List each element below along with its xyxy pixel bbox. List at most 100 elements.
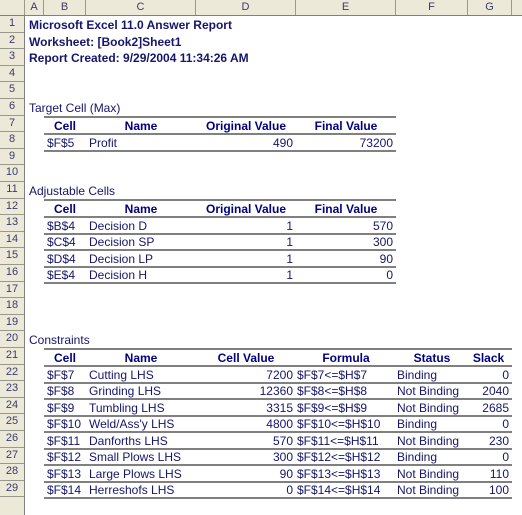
constraints-row-slack: 0	[502, 450, 509, 464]
report-title: Microsoft Excel 11.0 Answer Report	[29, 18, 232, 32]
constraints-row-formula: $F$8<=$H$8	[297, 384, 368, 398]
target-row-name: Profit	[89, 136, 118, 150]
constraints-row-formula: $F$10<=$H$10	[297, 417, 381, 431]
row-header-21[interactable]: 21	[0, 348, 24, 365]
adjustable-row-original: 1	[286, 251, 293, 266]
row-header-23[interactable]: 23	[0, 381, 24, 398]
row-header-20[interactable]: 20	[0, 331, 24, 348]
adjustable-row-original: 1	[286, 235, 293, 249]
constraints-row-status: Not Binding	[397, 384, 460, 398]
column-header-d[interactable]: D	[196, 0, 296, 15]
row-header-11[interactable]: 11	[0, 182, 24, 199]
constraints-row-cellvalue: 7200	[266, 367, 293, 382]
constraints-row-cellvalue: 570	[272, 433, 293, 448]
row-header-14[interactable]: 14	[0, 231, 24, 249]
constraints-row-cell: $F$14	[47, 483, 82, 497]
constraints-row-cell: $F$10	[47, 417, 82, 431]
adjustable-row-cell: $D$4	[47, 251, 76, 266]
target-col-final: Final Value	[314, 119, 378, 133]
target-row-final: 73200	[359, 136, 393, 150]
row-header-10[interactable]: 10	[0, 165, 24, 182]
adjustable-row-final: 570	[372, 218, 393, 233]
row-header-27[interactable]: 27	[0, 447, 24, 465]
constraints-row-slack: 110	[489, 466, 509, 481]
constraints-row-formula: $F$9<=$H$9	[297, 400, 368, 415]
adjustable-col-name: Name	[124, 201, 158, 216]
adjustable-row-cell: $C$4	[47, 235, 76, 249]
report-worksheet: Worksheet: [Book2]Sheet1	[29, 34, 182, 49]
column-header-b[interactable]: B	[44, 0, 86, 15]
row-header-19[interactable]: 19	[0, 314, 24, 332]
row-header-5[interactable]: 5	[0, 82, 24, 99]
target-cell-section-title: Target Cell (Max)	[29, 101, 121, 115]
column-header-e[interactable]: E	[296, 0, 396, 15]
constraints-row-status: Binding	[397, 367, 438, 382]
constraints-row-formula: $F$11<=$H$11	[297, 433, 379, 448]
row-header-18[interactable]: 18	[0, 298, 24, 315]
constraints-row-name: Weld/Ass'y LHS	[89, 417, 175, 431]
row-header-28[interactable]: 28	[0, 464, 24, 481]
adjustable-row-name: Decision LP	[89, 251, 154, 266]
column-header-g[interactable]: G	[468, 0, 512, 15]
row-header-13[interactable]: 13	[0, 215, 24, 232]
constraints-row-cell: $F$8	[47, 384, 75, 398]
row-header-29[interactable]: 29	[0, 480, 24, 498]
row-header-2[interactable]: 2	[0, 32, 24, 50]
constraints-col-formula: Formula	[322, 350, 370, 365]
target-row-cell: $F$5	[47, 136, 75, 150]
row-header-7[interactable]: 7	[0, 115, 24, 133]
constraints-row-cellvalue: 3315	[266, 400, 293, 415]
constraints-col-cellvalue: Cell Value	[217, 350, 275, 365]
row-header-16[interactable]: 16	[0, 265, 24, 282]
constraints-row-cellvalue: 300	[272, 450, 293, 464]
row-header-3[interactable]: 3	[0, 49, 24, 66]
constraints-row-status: Not Binding	[397, 400, 460, 415]
constraints-row-name: Large Plows LHS	[89, 466, 182, 481]
constraints-row-cell: $F$13	[47, 466, 82, 481]
column-header-partial[interactable]	[512, 0, 522, 15]
constraints-row-slack: 0	[502, 417, 509, 431]
constraints-row-cell: $F$12	[47, 450, 82, 464]
row-header-17[interactable]: 17	[0, 281, 24, 299]
constraints-row-status: Not Binding	[397, 483, 460, 497]
adjustable-row-name: Decision SP	[89, 235, 155, 249]
constraints-col-name: Name	[124, 350, 158, 365]
row-header-6[interactable]: 6	[0, 99, 24, 116]
adjustable-col-final: Final Value	[314, 201, 378, 216]
adjustable-col-original: Original Value	[205, 201, 287, 216]
select-all-corner[interactable]	[0, 0, 25, 15]
row-header-24[interactable]: 24	[0, 397, 24, 415]
target-row-original: 490	[272, 136, 293, 150]
report-created: Report Created: 9/29/2004 11:34:26 AM	[29, 51, 249, 66]
constraints-row-status: Binding	[397, 417, 438, 431]
row-header-4[interactable]: 4	[0, 65, 24, 83]
row-header-1[interactable]: 1	[0, 16, 24, 33]
adjustable-row-cell: $E$4	[47, 268, 76, 282]
column-header-strip: A B C D E F G	[0, 0, 522, 16]
target-col-cell: Cell	[53, 119, 76, 133]
row-header-8[interactable]: 8	[0, 132, 24, 149]
row-header-strip: 1 2 3 4 5 6 7 8 9 10 11 12 13 14 15 16 17 18 19 20 21 22 23 24 2…	[0, 16, 25, 515]
constraints-row-formula: $F$7<=$H$7	[297, 367, 368, 382]
target-table-bottom-rule	[44, 150, 396, 152]
adjustable-row-original: 1	[286, 218, 293, 233]
column-header-c[interactable]: C	[86, 0, 196, 15]
row-header-25[interactable]: 25	[0, 414, 24, 431]
adjustable-table-bottom-rule	[44, 282, 396, 284]
row-header-9[interactable]: 9	[0, 148, 24, 166]
row-header-22[interactable]: 22	[0, 364, 24, 382]
constraints-row-cellvalue: 4800	[266, 417, 293, 431]
constraints-row-formula: $F$13<=$H$13	[297, 466, 381, 481]
column-header-f[interactable]: F	[396, 0, 468, 15]
constraints-row-status: Binding	[397, 450, 438, 464]
row-header-12[interactable]: 12	[0, 198, 24, 216]
column-header-a[interactable]: A	[25, 0, 44, 15]
adjustable-row-final: 0	[386, 268, 393, 282]
constraints-row-name: Cutting LHS	[89, 367, 154, 382]
row-header-26[interactable]: 26	[0, 431, 24, 448]
row-header-15[interactable]: 15	[0, 248, 24, 265]
constraints-row-name: Grinding LHS	[89, 384, 162, 398]
constraints-row-name: Herreshofs LHS	[89, 483, 175, 497]
constraints-row-slack: 0	[502, 367, 509, 382]
adjustable-row-final: 300	[372, 235, 393, 249]
